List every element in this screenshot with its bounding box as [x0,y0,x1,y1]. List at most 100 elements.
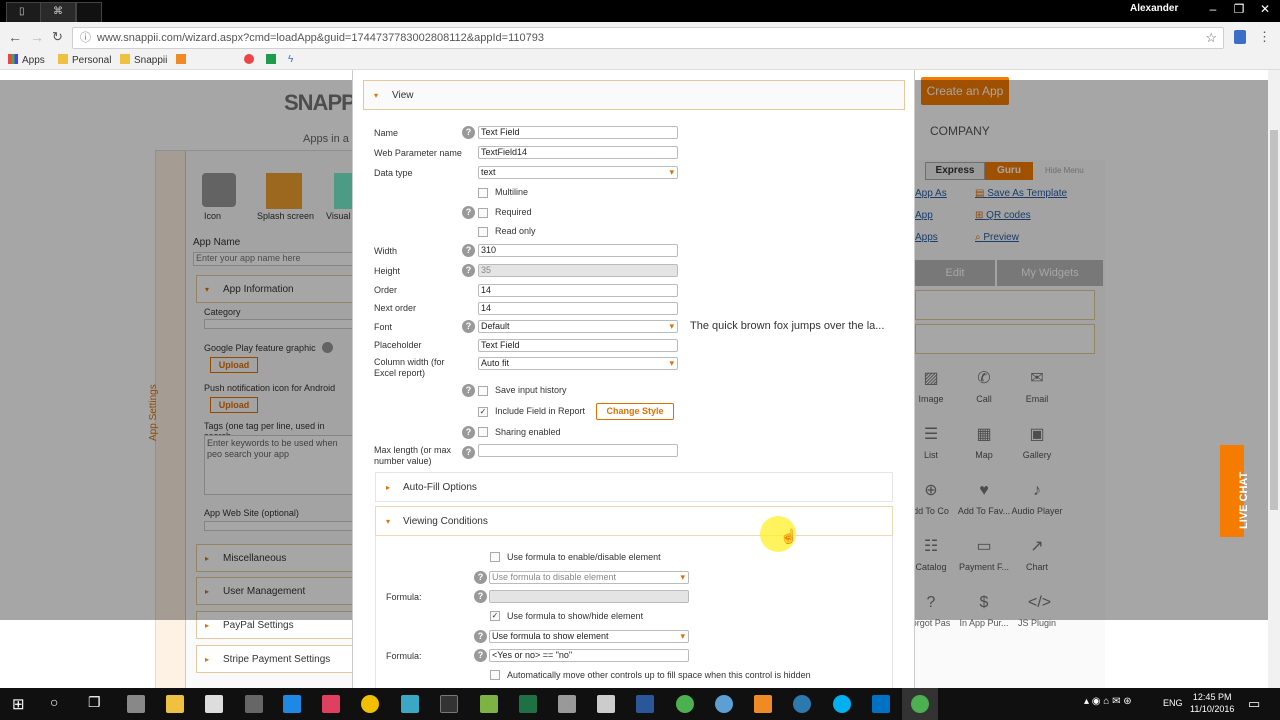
show-formula-checkbox[interactable]: ✓ [490,611,500,621]
help-icon[interactable]: ? [462,320,475,333]
app-icon-5[interactable] [480,695,498,713]
windows-start-icon[interactable]: ⊞ [12,695,25,713]
app-icon-2[interactable] [283,695,301,713]
formula-input-2[interactable]: <Yes or no> == "no" [489,649,689,662]
profile-name[interactable]: Alexander [1130,3,1178,14]
height-input[interactable]: 35 [478,264,678,277]
task-view-icon[interactable]: ❐ [88,694,101,711]
required-checkbox[interactable] [478,208,488,218]
google-icon[interactable] [244,54,258,66]
app-icon-7[interactable] [715,695,733,713]
data-type-select[interactable]: text [478,166,678,179]
autofill-section[interactable]: ▸ Auto-Fill Options [375,472,893,502]
view-section-header[interactable]: ▾ View [363,80,905,110]
notepad-icon[interactable] [597,695,615,713]
excel-icon[interactable] [519,695,537,713]
app-icon-3[interactable] [361,695,379,713]
next-order-input[interactable]: 14 [478,302,678,315]
disable-formula-select[interactable]: Use formula to disable element [489,571,689,584]
placeholder-input[interactable]: Text Field [478,339,678,352]
sharing-checkbox[interactable] [478,427,488,437]
snappii-tab-icon: ⌘ [53,6,63,17]
order-input[interactable]: 14 [478,284,678,297]
app-icon-4[interactable] [401,695,419,713]
readonly-checkbox[interactable] [478,227,488,237]
skype-icon[interactable] [833,695,851,713]
app-icon-8[interactable] [793,695,811,713]
snappii-app-icon[interactable] [754,695,772,713]
bookmark-personal[interactable]: Personal [58,54,111,66]
live-chat-button[interactable]: LIVE CHAT [1220,445,1250,537]
multiline-checkbox[interactable] [478,188,488,198]
store-icon[interactable] [205,695,223,713]
taskbar: ⊞ ○ ❐ ▴ ◉ ⌂ ✉ ⊛ ENG 12:45 PM 11/10/2016 ▭ [0,688,1280,720]
scrollbar-thumb[interactable] [1270,130,1278,510]
chrome-icon[interactable] [676,695,694,713]
bookmark-apps[interactable]: Apps [8,54,45,66]
back-icon[interactable]: ← [8,29,22,45]
bookmark-icon-1[interactable] [176,54,190,66]
formula-input-1[interactable] [489,590,689,603]
cortana-icon[interactable]: ○ [50,694,58,710]
auto-move-checkbox[interactable] [490,670,500,680]
help-icon[interactable]: ? [474,649,487,662]
folder-icon [120,54,130,64]
width-input[interactable]: 310 [478,244,678,257]
extension-icon[interactable] [1234,30,1246,44]
help-icon[interactable]: ? [462,446,475,459]
enable-formula-checkbox[interactable] [490,552,500,562]
web-parameter-input[interactable]: TextField14 [478,146,678,159]
close-icon[interactable]: ✕ [1252,0,1278,18]
bookmark-star-icon[interactable]: ☆ [1205,28,1217,48]
chrome-active[interactable] [902,688,938,720]
tray-icons[interactable]: ▴ ◉ ⌂ ✉ ⊛ [1084,696,1132,707]
outlook-icon[interactable] [872,695,890,713]
help-icon[interactable]: ? [462,264,475,277]
info-icon[interactable]: ⓘ [80,28,91,48]
font-preview: The quick brown fox jumps over the la... [690,320,885,332]
minimize-icon[interactable]: – [1200,0,1226,18]
browser-tab[interactable]: ▯ [6,2,42,22]
word-icon[interactable] [636,695,654,713]
font-select[interactable]: Default [478,320,678,333]
show-formula-select[interactable]: Use formula to show element [489,630,689,643]
paint-icon[interactable] [322,695,340,713]
page-scrollbar[interactable] [1268,70,1280,690]
sheets-icon[interactable] [266,54,280,66]
file-explorer-icon[interactable] [166,695,184,713]
app-icon[interactable] [127,695,145,713]
help-icon[interactable]: ? [474,630,487,643]
bookmark-snappii[interactable]: Snappii [120,54,167,66]
help-icon[interactable]: ? [462,126,475,139]
maximize-icon[interactable]: ❐ [1226,0,1252,18]
help-icon[interactable]: ? [462,384,475,397]
notification-icon[interactable]: ▭ [1248,696,1260,712]
viewing-conditions-section[interactable]: ▾ Viewing Conditions [375,506,893,536]
change-style-button[interactable]: Change Style [596,403,674,420]
bolt-icon[interactable]: ϟ [288,54,293,65]
name-input[interactable]: Text Field [478,126,678,139]
include-report-checkbox[interactable]: ✓ [478,407,488,417]
help-icon[interactable]: ? [474,590,487,603]
reload-icon[interactable]: ↻ [52,29,63,45]
page-icon: ▯ [19,6,25,17]
column-width-select[interactable]: Auto fit [478,357,678,370]
clock[interactable]: 12:45 PM 11/10/2016 [1190,691,1234,715]
help-icon[interactable]: ? [462,244,475,257]
new-tab-button[interactable] [76,2,102,22]
max-length-input[interactable] [478,444,678,457]
expand-icon: ▸ [386,483,391,492]
forward-icon[interactable]: → [30,29,44,45]
menu-icon[interactable]: ⋮ [1258,29,1271,45]
address-bar[interactable]: ⓘ www.snappii.com/wizard.aspx?cmd=loadAp… [72,27,1224,49]
save-history-checkbox[interactable] [478,386,488,396]
help-icon[interactable]: ? [474,571,487,584]
help-icon[interactable]: ? [462,426,475,439]
app-icon-6[interactable] [558,695,576,713]
help-icon[interactable]: ? [462,206,475,219]
language-indicator[interactable]: ENG [1163,698,1183,708]
stripe-section[interactable]: ▸ Stripe Payment Settings [196,645,356,673]
browser-tab-active[interactable]: ⌘ [40,2,76,22]
terminal-icon[interactable] [440,695,458,713]
tools-icon[interactable] [245,695,263,713]
